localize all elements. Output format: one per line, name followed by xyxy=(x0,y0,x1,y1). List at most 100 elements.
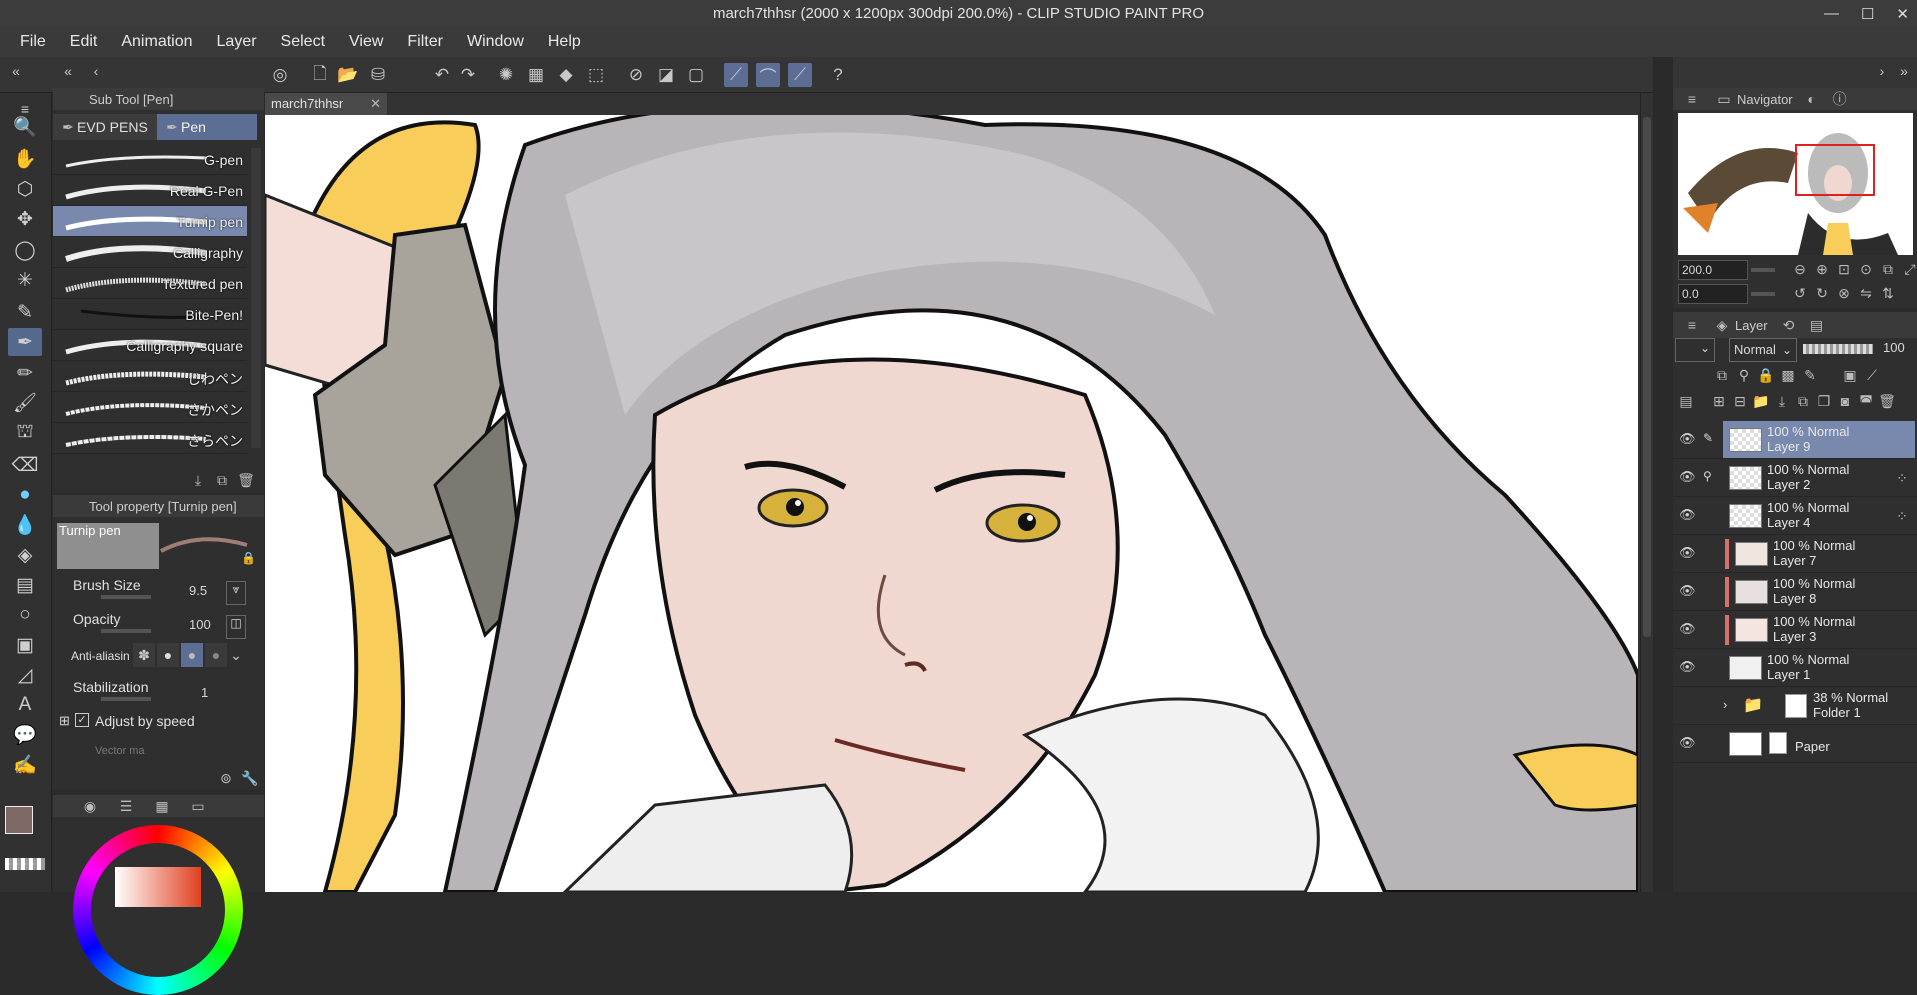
antialias-weak-icon[interactable]: ● xyxy=(157,643,179,667)
new-file-icon[interactable]: 🗋 xyxy=(308,63,332,87)
undo-icon[interactable]: ↶ xyxy=(430,63,454,87)
brush-item[interactable]: Real G-Pen xyxy=(53,175,247,206)
fit-icon[interactable]: ⊡ xyxy=(1835,260,1853,278)
menu-help[interactable]: Help xyxy=(536,33,593,51)
visibility-eye-icon[interactable]: 👁 xyxy=(1679,431,1697,446)
3d-object-icon[interactable]: ⬡ xyxy=(8,175,42,203)
layer-opacity-slider[interactable] xyxy=(1803,344,1873,354)
menu-file[interactable]: File xyxy=(8,33,58,51)
duplicate-layer-icon[interactable]: ❐ xyxy=(1815,392,1833,410)
visibility-eye-icon[interactable]: 👁 xyxy=(1679,507,1697,522)
rotate-slider[interactable] xyxy=(1751,292,1775,296)
rotate-right-icon[interactable]: ↻ xyxy=(1813,284,1831,302)
hand-icon[interactable]: ✋ xyxy=(8,145,42,173)
lock-icon[interactable]: 🔒 xyxy=(241,551,256,565)
adjust-speed-checkbox[interactable]: ✓ xyxy=(75,713,89,727)
redo-icon[interactable]: ↷ xyxy=(456,63,480,87)
brush-item[interactable]: Calligraphy xyxy=(53,237,247,268)
maximize-icon[interactable]: ☐ xyxy=(1861,5,1874,23)
antialias-strong-icon[interactable]: ● xyxy=(205,643,227,667)
pencil-icon[interactable]: ✏ xyxy=(8,359,42,387)
brush-size-settings-icon[interactable]: ⩔ xyxy=(226,581,246,605)
layer-row[interactable]: 👁 100 % Normal Layer 3 xyxy=(1673,611,1917,649)
color-history-icon[interactable]: ▭ xyxy=(189,797,207,815)
antialias-none-icon[interactable]: ✽ xyxy=(133,643,155,667)
transform-icon[interactable]: ⬚ xyxy=(584,63,608,87)
info-icon[interactable]: ⓘ xyxy=(1831,90,1849,108)
eyedropper-icon[interactable]: ✎ xyxy=(8,298,42,326)
subview-icon[interactable]: ◐ xyxy=(1803,90,1821,108)
menu-view[interactable]: View xyxy=(337,33,395,51)
opacity-settings-icon[interactable]: ◫ xyxy=(226,615,246,639)
brush-list-scrollbar[interactable] xyxy=(251,148,261,448)
canvas-artwork[interactable] xyxy=(265,115,1638,892)
navigator-preview[interactable] xyxy=(1678,113,1913,255)
brush-icon[interactable]: 🖌 xyxy=(8,389,42,417)
fill-bucket-icon[interactable]: ◈ xyxy=(8,541,42,569)
scroll-thumb[interactable] xyxy=(1643,117,1651,637)
brush-item[interactable]: G-pen xyxy=(53,144,247,175)
combine-down-icon[interactable]: ⧉ xyxy=(1794,392,1812,410)
layer-property-icon[interactable]: ⟲ xyxy=(1780,316,1798,334)
reference-icon[interactable]: ⚲ xyxy=(1735,366,1753,384)
decoration-icon[interactable]: ● xyxy=(8,481,42,509)
trash-icon[interactable]: 🗑 xyxy=(237,471,255,489)
selection-border-icon[interactable]: ▢ xyxy=(684,63,708,87)
layer-view-icon[interactable]: ▤ xyxy=(1677,392,1695,410)
blend-mode-select[interactable]: Normal ⌄ xyxy=(1729,338,1797,362)
settings-icon[interactable]: ⊚ xyxy=(217,769,235,787)
transparent-color-swatch[interactable] xyxy=(5,858,45,870)
magic-wand-icon[interactable]: ✳ xyxy=(8,266,42,294)
zoom-out-icon[interactable]: ⊖ xyxy=(1791,260,1809,278)
mask-icon[interactable]: ◙ xyxy=(1836,392,1854,410)
layer-opacity-value[interactable]: 100 xyxy=(1883,340,1905,355)
menu-select[interactable]: Select xyxy=(269,33,337,51)
brush-item[interactable]: Textured pen xyxy=(53,268,247,299)
delete-layer-icon[interactable]: 🗑 xyxy=(1878,392,1896,410)
layer-row[interactable]: 👁 100 % Normal Layer 4 ⁘ xyxy=(1673,497,1917,535)
brush-item[interactable]: Bite-Pen! xyxy=(53,299,247,330)
clip-studio-icon[interactable]: ◎ xyxy=(268,63,292,87)
layer-row[interactable]: 👁 100 % Normal Layer 8 xyxy=(1673,573,1917,611)
main-color-swatch[interactable] xyxy=(5,806,33,834)
lock-transparent-icon[interactable]: ▩ xyxy=(1779,366,1797,384)
layer-row[interactable]: 👁 100 % Normal Layer 7 xyxy=(1673,535,1917,573)
ruler-icon[interactable]: ◿ xyxy=(8,661,42,689)
canvas-vertical-scrollbar[interactable] xyxy=(1640,93,1653,892)
transfer-down-icon[interactable]: ⤓ xyxy=(1773,392,1791,410)
airbrush-icon[interactable]: ⛫ xyxy=(8,419,42,447)
color-set-icon[interactable]: ▦ xyxy=(153,797,171,815)
duplicate-icon[interactable]: ⧉ xyxy=(213,471,231,489)
brush-item-selected[interactable]: Turnip pen xyxy=(53,206,247,237)
menu-icon[interactable]: ≡ xyxy=(1683,316,1701,334)
new-folder-icon[interactable]: 📁 xyxy=(1752,392,1770,410)
antialias-medium-icon[interactable]: ● xyxy=(181,643,203,667)
help-icon[interactable]: ? xyxy=(826,63,850,87)
flip-vertical-icon[interactable]: ⇅ xyxy=(1879,284,1897,302)
fit-window-icon[interactable]: ⧉ xyxy=(1879,260,1897,278)
fit-expand-icon[interactable]: ⤢ xyxy=(1901,260,1917,278)
paper-layer-row[interactable]: 👁 Paper xyxy=(1673,725,1917,763)
tab-pen[interactable]: ✒ Pen xyxy=(157,114,257,140)
rotate-value-field[interactable]: 0.0 xyxy=(1678,284,1748,304)
menu-window[interactable]: Window xyxy=(455,33,536,51)
new-raster-layer-icon[interactable]: ⊞ xyxy=(1710,392,1728,410)
brush-item[interactable]: さらペン xyxy=(53,423,247,454)
visibility-eye-icon[interactable]: 👁 xyxy=(1679,469,1697,484)
lasso-icon[interactable]: ◯ xyxy=(8,236,42,264)
color-mode-select[interactable]: ⌄ xyxy=(1675,338,1715,362)
chevron-down-icon[interactable]: ⌄ xyxy=(229,643,243,667)
ruler-enable-icon[interactable]: ⟋ xyxy=(1863,366,1881,384)
correct-line-icon[interactable]: ✍ xyxy=(8,751,42,779)
folder-row[interactable]: › 📁 38 % Normal Folder 1 xyxy=(1673,687,1917,725)
invert-selection-icon[interactable]: ◪ xyxy=(654,63,678,87)
zoom-value-field[interactable]: 200.0 xyxy=(1678,260,1748,280)
loading-icon[interactable]: ✺ xyxy=(494,63,518,87)
actual-size-icon[interactable]: ⊙ xyxy=(1857,260,1875,278)
color-square[interactable] xyxy=(115,867,201,907)
wrench-icon[interactable]: 🔧 xyxy=(241,769,259,787)
layer-row[interactable]: 👁 100 % Normal Layer 1 xyxy=(1673,649,1917,687)
expand-icon[interactable]: ⊞ xyxy=(59,713,70,729)
stabilization-value[interactable]: 1 xyxy=(201,685,208,700)
lock-icon[interactable]: 🔒 xyxy=(1757,366,1775,384)
